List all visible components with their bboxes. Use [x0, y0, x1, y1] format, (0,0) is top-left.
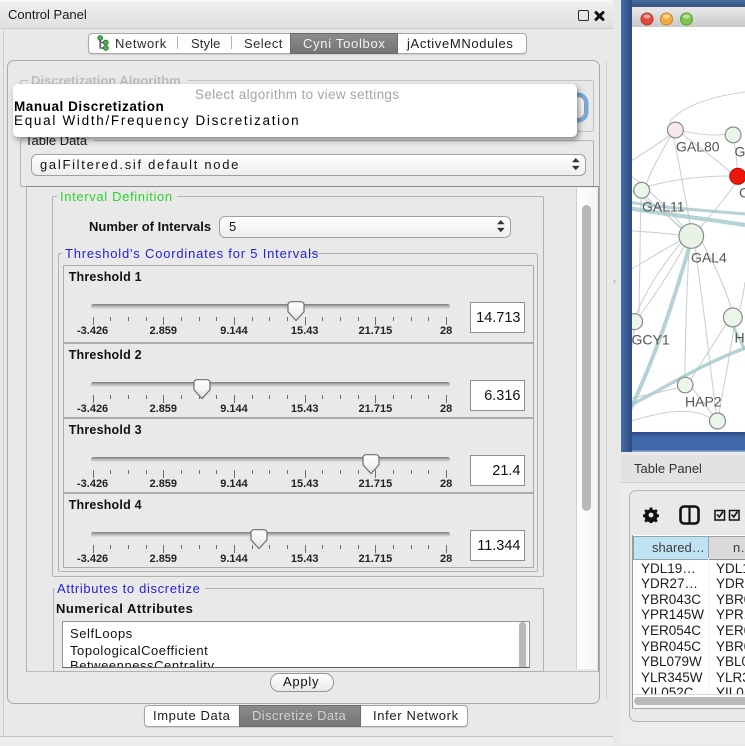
svg-text:GA: GA — [735, 144, 745, 160]
svg-text:GAL4: GAL4 — [691, 250, 727, 266]
svg-text:GAL80: GAL80 — [676, 139, 720, 155]
svg-text:H: H — [735, 330, 745, 346]
svg-text:GAL11: GAL11 — [642, 199, 685, 215]
svg-text:GCY1: GCY1 — [632, 332, 670, 348]
svg-text:C: C — [739, 185, 745, 201]
svg-text:HAP2: HAP2 — [685, 394, 722, 410]
